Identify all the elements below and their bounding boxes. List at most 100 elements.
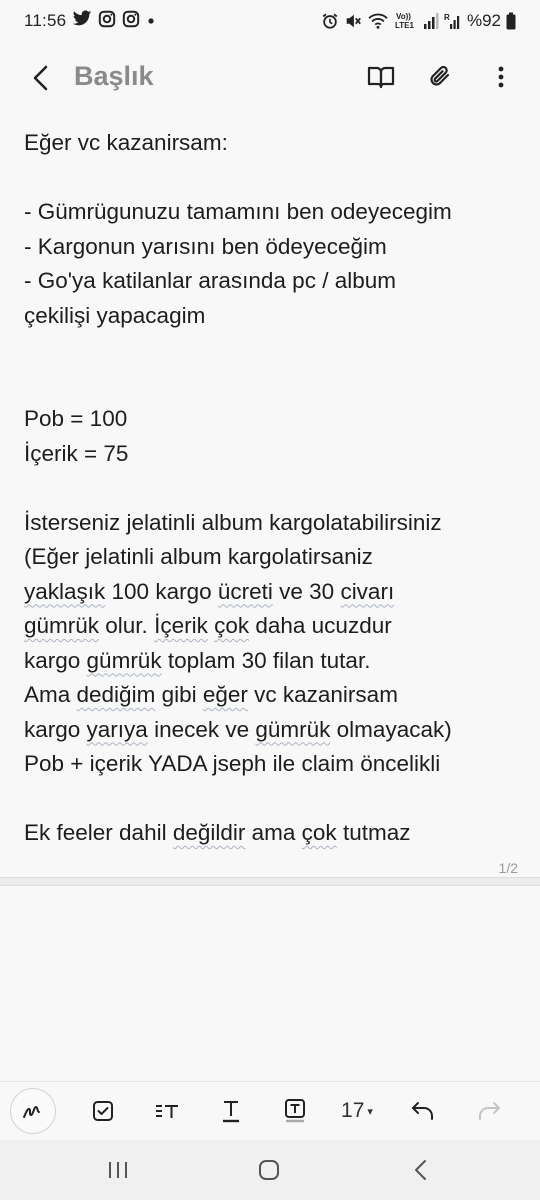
note-line: - Go'ya katilanlar arasında pc / album: [24, 268, 396, 293]
pen-mode-button[interactable]: [10, 1088, 56, 1134]
mute-icon: [344, 12, 362, 30]
note-blank-line: [24, 368, 524, 403]
volte-lte-icon: Vo)) LTE1: [394, 11, 418, 31]
note-line: - Kargonun yarısını ben ödeyeceğim: [24, 233, 387, 259]
note-text-run: olmayacak): [330, 716, 452, 742]
note-line: gümrük olur. İçerik çok daha ucuzdur: [24, 609, 524, 644]
more-options-button[interactable]: [486, 62, 516, 92]
app-bar: Başlık: [0, 50, 540, 106]
spellcheck-word: değildir: [172, 820, 246, 845]
checkbox-button[interactable]: [86, 1090, 120, 1132]
redo-icon: [479, 1102, 500, 1120]
spellcheck-word: dediğim: [76, 682, 156, 707]
more-vert-icon: [498, 66, 504, 88]
spellcheck-word: civarı: [340, 578, 395, 604]
undo-icon: [412, 1102, 433, 1120]
text-background-button[interactable]: [278, 1090, 312, 1132]
svg-text:LTE1: LTE1: [395, 21, 415, 30]
spellcheck-word: yaklaşık: [24, 578, 106, 604]
note-text-run: kargo: [24, 647, 87, 673]
text-background-icon: [285, 1099, 305, 1123]
nav-back-button[interactable]: [405, 1154, 437, 1186]
redo-button[interactable]: [472, 1090, 506, 1132]
spellcheck-word: İçerik: [154, 613, 208, 638]
back-button[interactable]: [26, 62, 56, 94]
status-bar: 11:56 Vo)) LTE1 R %92: [0, 0, 540, 42]
spellcheck-word: gümrük: [24, 613, 100, 638]
note-line: İsterseniz jelatinli album kargolatabili…: [24, 509, 442, 535]
underline-button[interactable]: [214, 1090, 248, 1132]
spellcheck-word: çok: [214, 613, 250, 638]
back-icon: [415, 1160, 426, 1180]
battery-text: %92: [466, 11, 501, 30]
roaming-signal-icon: R: [444, 12, 462, 30]
alarm-icon: [321, 12, 339, 30]
editor-toolbar: 17 ▾: [0, 1081, 540, 1139]
home-button[interactable]: [253, 1154, 285, 1186]
pen-mode-icon: [23, 1106, 40, 1118]
chevron-left-icon: [33, 65, 48, 91]
note-blank-line: [24, 161, 524, 196]
note-text-run: Ek feeler dahil: [24, 820, 173, 845]
note-text-run: olur.: [99, 613, 155, 638]
recent-apps-icon: [109, 1162, 127, 1178]
recent-apps-button[interactable]: [102, 1154, 134, 1186]
note-text-run: 100 kargo: [105, 578, 218, 604]
spellcheck-word: yarıya: [86, 716, 148, 742]
dot-icon: [146, 11, 156, 31]
note-line: Pob + içerik YADA jseph ile claim önceli…: [24, 751, 441, 776]
font-size-value: 17: [341, 1099, 365, 1122]
note-blank-line: [24, 782, 524, 817]
spellcheck-word: eğer: [202, 682, 248, 707]
note-body[interactable]: Eğer vc kazanirsam: - Gümrügunuzu tamamı…: [24, 126, 524, 851]
note-text-run: inecek ve: [147, 716, 256, 742]
home-icon: [259, 1160, 279, 1180]
instagram-icon: [98, 10, 116, 33]
paperclip-icon: [430, 65, 450, 86]
svg-text:R: R: [444, 13, 450, 22]
svg-text:Vo)): Vo)): [396, 12, 411, 21]
text-style-icon: [156, 1105, 178, 1118]
signal-icon: [423, 12, 439, 30]
note-text-run: Ama: [24, 682, 77, 707]
note-line: Ek feeler dahil değildir ama çok tutmaz: [24, 816, 524, 851]
note-line: - Gümrügunuzu tamamını ben odeyecegim: [24, 199, 452, 224]
reading-mode-button[interactable]: [366, 62, 396, 92]
spellcheck-word: gümrük: [255, 716, 331, 742]
status-time: 11:56: [24, 11, 67, 30]
note-text-run: vc kazanirsam: [247, 682, 398, 707]
text-style-button[interactable]: [150, 1090, 184, 1132]
note-line: kargo yarıya inecek ve gümrük olmayacak): [24, 713, 524, 748]
page-indicator: 1/2: [498, 860, 518, 876]
twitter-icon: [72, 10, 92, 32]
note-line: kargo gümrük toplam 30 filan tutar.: [24, 644, 524, 679]
note-text-run: kargo: [24, 716, 87, 742]
font-size-selector[interactable]: 17 ▾: [334, 1090, 380, 1132]
checkbox-icon: [93, 1101, 113, 1121]
note-title[interactable]: Başlık: [74, 61, 154, 92]
note-line: İçerik = 75: [24, 440, 129, 466]
chevron-down-icon: ▾: [367, 1105, 373, 1118]
wifi-icon: [367, 12, 389, 30]
note-line: Pob = 100: [24, 406, 128, 431]
appbar-actions: [366, 62, 516, 92]
instagram-icon: [122, 10, 140, 33]
note-line: Ama dediğim gibi eğer vc kazanirsam: [24, 678, 524, 713]
attach-button[interactable]: [426, 62, 456, 92]
undo-button[interactable]: [406, 1090, 440, 1132]
spellcheck-word: ücreti: [217, 578, 273, 604]
battery-icon: [506, 12, 516, 30]
underline-icon: [223, 1101, 239, 1123]
note-line: Eğer vc kazanirsam:: [24, 130, 228, 155]
note-text-run: toplam 30 filan tutar.: [161, 647, 371, 673]
note-line: yaklaşık 100 kargo ücreti ve 30 civarı: [24, 575, 524, 610]
note-text-run: gibi: [155, 682, 203, 707]
spellcheck-word: gümrük: [86, 647, 162, 673]
spellcheck-word: çok: [301, 820, 337, 845]
note-blank-line: [24, 471, 524, 506]
note-blank-line: [24, 333, 524, 368]
note-text-run: daha ucuzdur: [249, 613, 392, 638]
status-left: 11:56: [24, 10, 156, 33]
note-text-run: ve 30: [272, 578, 341, 604]
status-right: Vo)) LTE1 R %92: [321, 11, 516, 31]
